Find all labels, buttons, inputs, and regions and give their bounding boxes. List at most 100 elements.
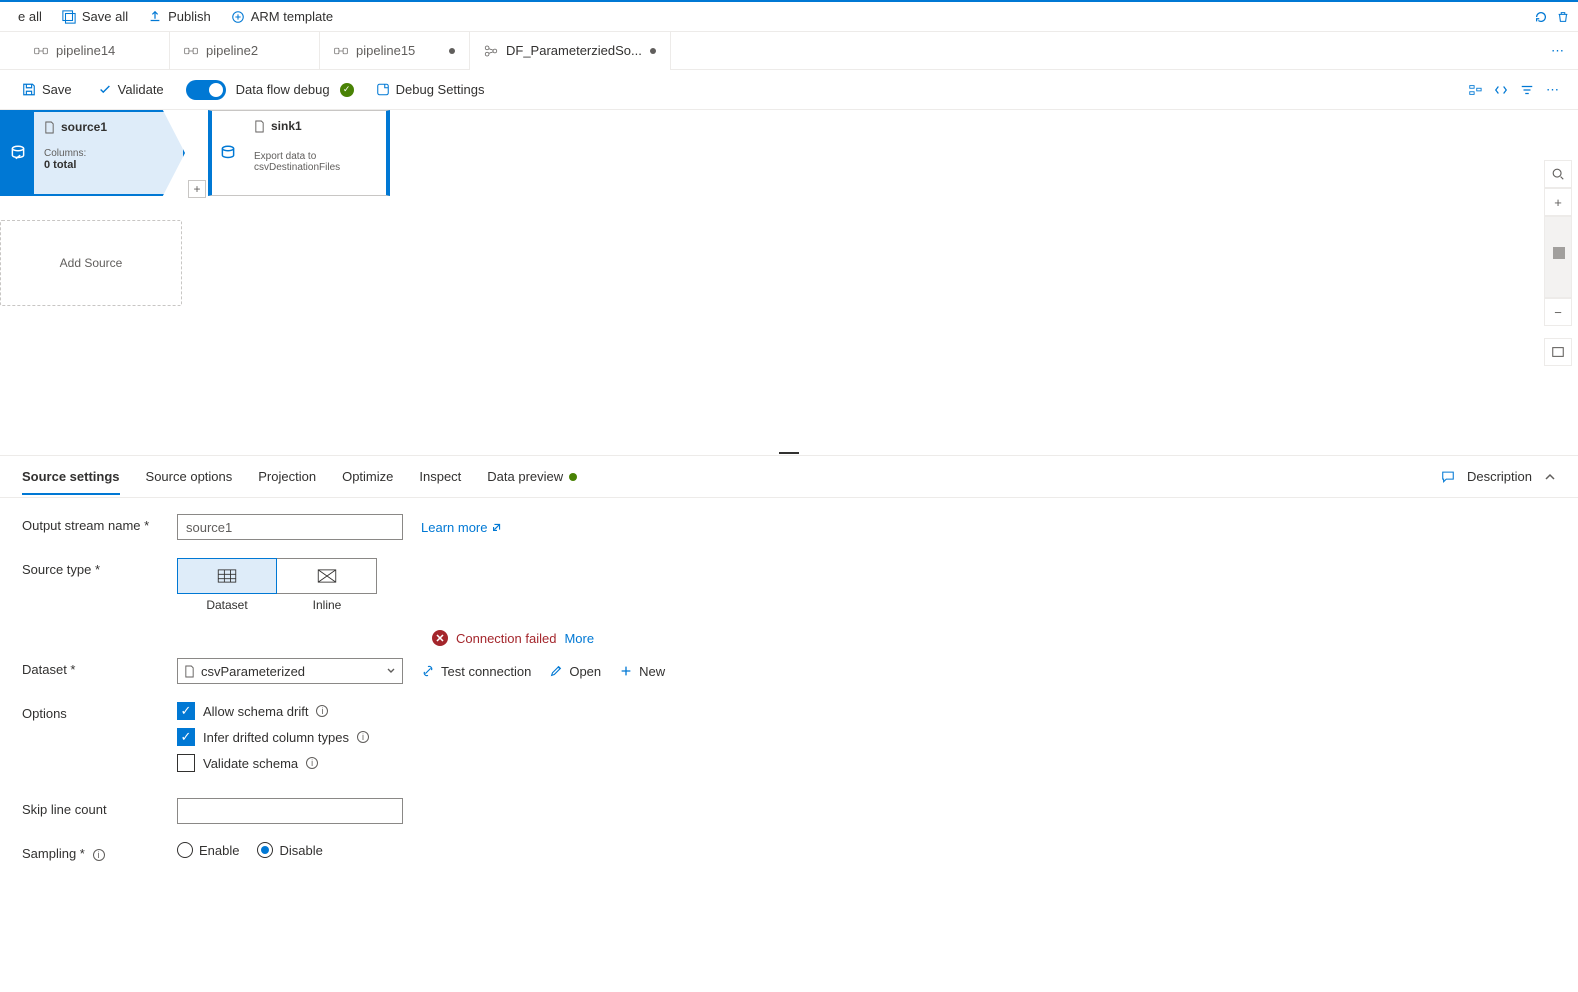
save-button[interactable]: Save	[18, 78, 76, 101]
plus-icon	[619, 664, 633, 678]
infer-drifted-checkbox[interactable]: ✓	[177, 728, 195, 746]
tab-source-options[interactable]: Source options	[146, 459, 233, 494]
dataflow-toolbar: Save Validate Data flow debug ✓ Debug Se…	[0, 70, 1578, 110]
sink-node[interactable]: sink1 Export data to csvDestinationFiles	[208, 110, 390, 196]
source-type-dataset-option[interactable]	[177, 558, 277, 594]
refresh-icon[interactable]	[1534, 10, 1548, 24]
panel-resize-handle[interactable]	[779, 452, 799, 455]
dirty-indicator	[449, 48, 455, 54]
edit-icon	[549, 664, 563, 678]
sampling-label: Sampling * i	[22, 842, 177, 861]
save-icon	[22, 83, 36, 97]
dataflow-canvas[interactable]: source1 Columns: 0 total + sink1 Export …	[0, 110, 1578, 455]
skip-line-input[interactable]	[177, 798, 403, 824]
info-icon[interactable]: i	[316, 705, 328, 717]
zoom-in-button[interactable]: +	[1544, 188, 1572, 216]
code-icon[interactable]	[1494, 83, 1508, 97]
main-toolbar: e all Save all Publish ARM template	[0, 2, 1578, 32]
sampling-enable-radio[interactable]: Enable	[177, 842, 239, 858]
dataflow-icon	[484, 44, 498, 58]
more-icon[interactable]: ⋯	[1546, 83, 1560, 97]
sink-handle-icon	[212, 111, 244, 195]
sink-desc-line1: Export data to	[254, 151, 376, 162]
editor-tabs: pipeline14 pipeline2 pipeline15 DF_Param…	[0, 32, 1578, 70]
tab-pipeline14[interactable]: pipeline14	[20, 32, 170, 69]
output-stream-label: Output stream name *	[22, 514, 177, 533]
sampling-disable-radio[interactable]: Disable	[257, 842, 322, 858]
zoom-out-button[interactable]: −	[1544, 298, 1572, 326]
sink-node-title: sink1	[271, 119, 302, 133]
debug-toggle[interactable]	[186, 80, 226, 100]
external-link-icon	[491, 521, 503, 533]
add-transformation-button[interactable]: +	[188, 180, 206, 198]
publish-button[interactable]: Publish	[138, 5, 221, 28]
tab-inspect[interactable]: Inspect	[419, 459, 461, 494]
refresh-all-truncated[interactable]: e all	[8, 5, 52, 28]
publish-label: Publish	[168, 9, 211, 24]
open-dataset-button[interactable]: Open	[549, 664, 601, 679]
fit-screen-button[interactable]	[1544, 338, 1572, 366]
disable-label: Disable	[279, 843, 322, 858]
skip-line-label: Skip line count	[22, 798, 177, 817]
validate-schema-label: Validate schema	[203, 756, 298, 771]
arm-icon	[231, 10, 245, 24]
tab-pipeline15[interactable]: pipeline15	[320, 32, 470, 69]
test-connection-button[interactable]: Test connection	[421, 664, 531, 679]
tab-label: pipeline15	[356, 43, 415, 58]
document-icon	[254, 120, 265, 133]
learn-more-link[interactable]: Learn more	[421, 520, 503, 535]
tabs-overflow-button[interactable]: ⋯	[1537, 32, 1578, 69]
save-all-icon	[62, 10, 76, 24]
chevron-up-icon[interactable]	[1544, 471, 1556, 483]
info-icon[interactable]: i	[357, 731, 369, 743]
debug-settings-button[interactable]: Debug Settings	[372, 78, 489, 101]
save-all-label: Save all	[82, 9, 128, 24]
search-icon[interactable]	[1544, 160, 1572, 188]
dataset-select[interactable]: csvParameterized	[177, 658, 403, 684]
connection-icon	[421, 664, 435, 678]
allow-schema-drift-label: Allow schema drift	[203, 704, 308, 719]
chat-icon	[1441, 470, 1455, 484]
tab-source-settings[interactable]: Source settings	[22, 459, 120, 494]
chevron-down-icon	[386, 666, 396, 676]
connection-error: ✕ Connection failed More	[432, 630, 1556, 646]
filter-icon[interactable]	[1520, 83, 1534, 97]
save-all-button[interactable]: Save all	[52, 5, 138, 28]
zoom-slider[interactable]	[1544, 216, 1572, 298]
output-stream-input[interactable]	[177, 514, 403, 540]
info-icon[interactable]: i	[93, 849, 105, 861]
tab-dataflow-parameterized[interactable]: DF_ParameterziedSo...	[470, 32, 671, 69]
allow-schema-drift-checkbox[interactable]: ✓	[177, 702, 195, 720]
source-node[interactable]: source1 Columns: 0 total	[0, 110, 185, 196]
zoom-slider-thumb[interactable]	[1553, 247, 1565, 259]
validate-schema-checkbox[interactable]: ✓	[177, 754, 195, 772]
trash-icon[interactable]	[1556, 10, 1570, 24]
source-handle-icon	[2, 112, 34, 194]
tab-pipeline2[interactable]: pipeline2	[170, 32, 320, 69]
tab-label: DF_ParameterziedSo...	[506, 43, 642, 58]
error-more-link[interactable]: More	[564, 631, 594, 646]
description-link[interactable]: Description	[1467, 469, 1532, 484]
validate-button[interactable]: Validate	[94, 78, 168, 101]
dirty-indicator	[650, 48, 656, 54]
tab-data-preview[interactable]: Data preview	[487, 459, 577, 494]
dataset-caption: Dataset	[177, 598, 277, 612]
arm-template-button[interactable]: ARM template	[221, 5, 343, 28]
source-type-inline-option[interactable]	[277, 558, 377, 594]
tab-label: pipeline2	[206, 43, 258, 58]
document-icon	[44, 121, 55, 134]
layout-icon[interactable]	[1468, 83, 1482, 97]
pipeline-icon	[184, 44, 198, 58]
tab-optimize[interactable]: Optimize	[342, 459, 393, 494]
new-dataset-button[interactable]: New	[619, 664, 665, 679]
canvas-zoom-tools: + −	[1544, 160, 1572, 366]
publish-icon	[148, 10, 162, 24]
add-source-button[interactable]: Add Source	[0, 220, 182, 306]
options-label: Options	[22, 702, 177, 721]
source-type-label: Source type *	[22, 558, 177, 577]
error-icon: ✕	[432, 630, 448, 646]
refresh-all-label: e all	[18, 9, 42, 24]
info-icon[interactable]: i	[306, 757, 318, 769]
properties-panel: Source settings Source options Projectio…	[0, 455, 1578, 919]
tab-projection[interactable]: Projection	[258, 459, 316, 494]
